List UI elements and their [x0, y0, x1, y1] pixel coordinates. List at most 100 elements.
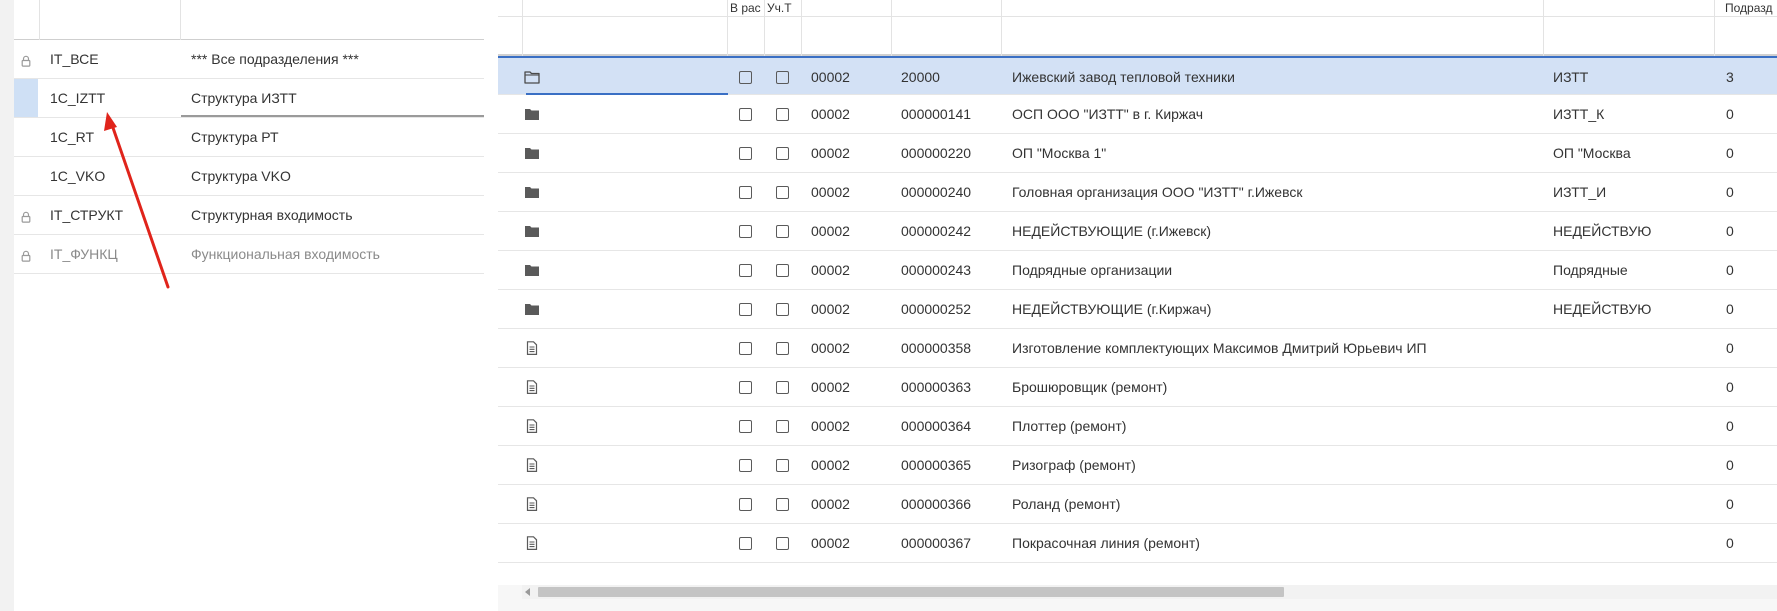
in-calc-checkbox[interactable]: [739, 264, 752, 277]
unit-name-cell: Брошюровщик (ремонт): [1012, 379, 1168, 395]
left-row-code: IT_ФУНКЦ: [50, 246, 118, 262]
in-calc-checkbox[interactable]: [739, 186, 752, 199]
left-row-name: *** Все подразделения ***: [191, 51, 359, 67]
right-panel: В рас Уч.Т Подразд 00002 20000 Ижевский за…: [498, 0, 1777, 611]
document-icon: [524, 341, 540, 355]
in-calc-checkbox[interactable]: [739, 420, 752, 433]
left-gutter: [0, 0, 14, 611]
in-calc-checkbox[interactable]: [739, 225, 752, 238]
left-table-row[interactable]: 1C_IZTT Структура ИЗТТ: [14, 79, 484, 118]
folder-icon: [524, 107, 540, 121]
subdivision-count-cell: 0: [1726, 184, 1734, 200]
in-calc-checkbox[interactable]: [739, 537, 752, 550]
grid-row[interactable]: 00002 000000364 Плоттер (ремонт) 0: [498, 407, 1777, 446]
short-name-cell: ОП "Москва: [1553, 145, 1631, 161]
subdivision-count-cell: 0: [1726, 340, 1734, 356]
left-table-row[interactable]: IT_ФУНКЦ Функциональная входимость: [14, 235, 484, 274]
uch-checkbox[interactable]: [776, 342, 789, 355]
left-row-name: Функциональная входимость: [191, 246, 380, 262]
grid-row[interactable]: 00002 000000220 ОП "Москва 1" ОП "Москва 0: [498, 134, 1777, 173]
in-calc-checkbox[interactable]: [739, 381, 752, 394]
short-name-cell: ИЗТТ: [1553, 69, 1589, 85]
hierarchy-grid: В рас Уч.Т Подразд 00002 20000 Ижевский за…: [498, 0, 1777, 585]
unit-name-cell: НЕДЕЙСТВУЮЩИЕ (г.Ижевск): [1012, 223, 1212, 239]
uch-checkbox[interactable]: [776, 537, 789, 550]
uch-checkbox[interactable]: [776, 498, 789, 511]
left-table-row[interactable]: IT_СТРУКТ Структурная входимость: [14, 196, 484, 235]
in-calc-checkbox[interactable]: [739, 147, 752, 160]
grid-row[interactable]: 00002 000000358 Изготовление комплектующих…: [498, 329, 1777, 368]
left-table-row[interactable]: IT_ВСЕ *** Все подразделения ***: [14, 40, 484, 79]
unit-name-cell: ОСП ООО "ИЗТТ" в г. Киржач: [1012, 106, 1204, 122]
left-row-code: IT_ВСЕ: [50, 51, 99, 67]
lock-icon: [20, 210, 32, 223]
horizontal-scrollbar[interactable]: [522, 585, 1777, 599]
folder-icon: [524, 146, 540, 160]
lock-icon: [20, 249, 32, 262]
header-uch[interactable]: Уч.Т: [767, 1, 801, 15]
grid-row[interactable]: 00002 000000141 ОСП ООО "ИЗТТ" в г. Киржач…: [498, 95, 1777, 134]
left-table-row[interactable]: 1C_VKO Структура VKO: [14, 157, 484, 196]
grid-row[interactable]: 00002 000000365 Ризограф (ремонт) 0: [498, 446, 1777, 485]
unit-name-cell: Ризограф (ремонт): [1012, 457, 1136, 473]
unit-name-cell: Изготовление комплектующих Максимов Дмит…: [1012, 340, 1427, 356]
grid-row[interactable]: 00002 000000242 НЕДЕЙСТВУЮЩИЕ (г.Ижевск) НЕ…: [498, 212, 1777, 251]
grid-row[interactable]: 00002 000000240 Головная организация ООО "…: [498, 173, 1777, 212]
uch-checkbox[interactable]: [776, 459, 789, 472]
org-code-cell: 00002: [811, 535, 850, 551]
uch-checkbox[interactable]: [776, 420, 789, 433]
header-in-calc[interactable]: В рас: [730, 1, 764, 15]
header-separator: [1543, 0, 1544, 56]
uch-checkbox[interactable]: [776, 225, 789, 238]
uch-checkbox[interactable]: [776, 264, 789, 277]
document-icon: [524, 380, 540, 394]
org-code-cell: 00002: [811, 379, 850, 395]
left-row-name: Структура ИЗТТ: [191, 90, 297, 106]
scroll-left-icon[interactable]: [525, 588, 530, 596]
uch-checkbox[interactable]: [776, 71, 789, 84]
left-header-lock-cell[interactable]: [14, 0, 40, 40]
org-code-cell: 00002: [811, 145, 850, 161]
org-code-cell: 00002: [811, 106, 850, 122]
document-icon: [524, 497, 540, 511]
grid-row[interactable]: 00002 000000366 Роланд (ремонт) 0: [498, 485, 1777, 524]
folder-icon: [524, 302, 540, 316]
header-separator: [727, 0, 728, 56]
in-calc-checkbox[interactable]: [739, 342, 752, 355]
folder-icon: [524, 185, 540, 199]
subdivision-count-cell: 0: [1726, 379, 1734, 395]
header-subdivision[interactable]: Подразд: [1725, 1, 1777, 15]
grid-row[interactable]: 00002 000000367 Покрасочная линия (ремонт)…: [498, 524, 1777, 563]
header-separator: [891, 0, 892, 56]
grid-row[interactable]: 00002 000000252 НЕДЕЙСТВУЮЩИЕ (г.Киржач) НЕ…: [498, 290, 1777, 329]
uch-checkbox[interactable]: [776, 186, 789, 199]
current-cell-frame[interactable]: [526, 58, 728, 95]
in-calc-checkbox[interactable]: [739, 71, 752, 84]
document-icon: [524, 536, 540, 550]
folder-icon: [524, 224, 540, 238]
left-row-name: Структура VKO: [191, 168, 291, 184]
left-header-code-cell[interactable]: [40, 0, 181, 40]
in-calc-checkbox[interactable]: [739, 498, 752, 511]
unit-name-cell: НЕДЕЙСТВУЮЩИЕ (г.Киржач): [1012, 301, 1212, 317]
grid-row[interactable]: 00002 000000243 Подрядные организации Подря…: [498, 251, 1777, 290]
subdivision-count-cell: 0: [1726, 145, 1734, 161]
scrollbar-thumb[interactable]: [538, 587, 1284, 597]
uch-checkbox[interactable]: [776, 381, 789, 394]
left-table-row[interactable]: 1C_RT Структура РТ: [14, 118, 484, 157]
in-calc-checkbox[interactable]: [739, 459, 752, 472]
unit-code-cell: 000000141: [901, 106, 972, 122]
org-code-cell: 00002: [811, 418, 850, 434]
in-calc-checkbox[interactable]: [739, 303, 752, 316]
grid-row[interactable]: 00002 20000 Ижевский завод тепловой техник…: [498, 56, 1777, 95]
org-code-cell: 00002: [811, 340, 850, 356]
uch-checkbox[interactable]: [776, 108, 789, 121]
unit-code-cell: 20000: [901, 69, 940, 85]
in-calc-checkbox[interactable]: [739, 108, 752, 121]
left-row-code: 1C_VKO: [50, 168, 106, 184]
header-divider: [498, 16, 1777, 17]
org-code-cell: 00002: [811, 184, 850, 200]
uch-checkbox[interactable]: [776, 303, 789, 316]
grid-row[interactable]: 00002 000000363 Брошюровщик (ремонт) 0: [498, 368, 1777, 407]
uch-checkbox[interactable]: [776, 147, 789, 160]
